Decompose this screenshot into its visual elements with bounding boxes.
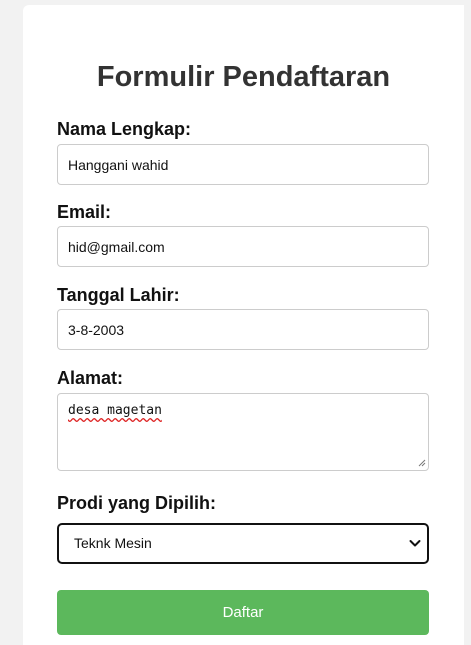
address-textarea[interactable]: desa magetan bbox=[57, 393, 429, 471]
resize-grip-icon[interactable] bbox=[418, 459, 426, 467]
address-label: Alamat: bbox=[57, 368, 124, 388]
name-input[interactable] bbox=[57, 144, 429, 185]
registration-form-card: Formulir Pendaftaran Nama Lengkap: Email… bbox=[23, 5, 464, 645]
submit-button[interactable]: Daftar bbox=[57, 590, 429, 635]
program-select[interactable]: Teknk Mesin bbox=[57, 523, 429, 564]
dob-label: Tanggal Lahir: bbox=[57, 285, 180, 305]
email-input[interactable] bbox=[57, 226, 429, 267]
program-label: Prodi yang Dipilih: bbox=[57, 493, 217, 513]
dob-input[interactable] bbox=[57, 309, 429, 350]
program-selected-value: Teknk Mesin bbox=[74, 535, 152, 551]
form-title: Formulir Pendaftaran bbox=[96, 61, 391, 93]
chevron-down-icon bbox=[409, 540, 421, 547]
email-label: Email: bbox=[57, 202, 112, 222]
name-label: Nama Lengkap: bbox=[57, 119, 192, 139]
